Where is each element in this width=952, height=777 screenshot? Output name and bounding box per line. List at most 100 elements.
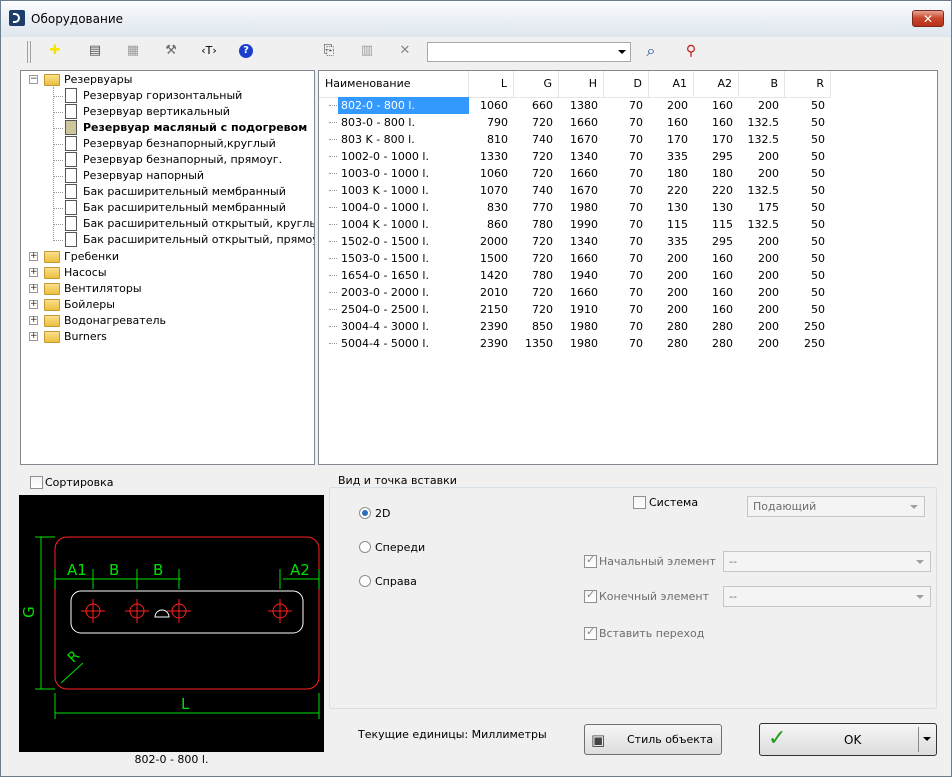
tree-node-item[interactable]: Бак расширительный открытый, круглый (83, 216, 314, 232)
table-row[interactable]: 2003-0 - 2000 l. 2010 720 1660 70 200 160 200 50 (319, 284, 831, 301)
system-checkbox[interactable] (633, 496, 646, 509)
table-row[interactable]: 1502-0 - 1500 l. 2000 720 1340 70 335 295 200 50 (319, 233, 831, 250)
current-units-text: Текущие единицы: Миллиметры (358, 728, 547, 741)
tree-node-item[interactable]: Резервуар безнапорный,круглый (83, 136, 276, 152)
delete-icon[interactable]: ✕ (395, 41, 415, 61)
start-element-dropdown[interactable]: -- (723, 551, 931, 572)
end-element-checkbox[interactable] (584, 588, 597, 603)
table-cell: 740 (532, 133, 553, 146)
equipment-tree[interactable]: − Резервуары Резервуар горизонтальный Резер… (20, 70, 315, 465)
column-header[interactable]: G (514, 71, 559, 97)
table-row[interactable]: 1004-0 - 1000 l. 830 770 1980 70 130 130 175 50 (319, 199, 831, 216)
table-row[interactable]: 1003 K - 1000 l. 1070 740 1670 70 220 220 132.5… (319, 182, 831, 199)
column-header[interactable]: Наименование (319, 71, 469, 97)
tree-node-category[interactable]: Насосы (64, 265, 107, 281)
text-icon[interactable]: ‹T› (199, 41, 219, 61)
tree-node-item[interactable]: Бак расширительный мембранный (83, 200, 286, 216)
object-style-button[interactable]: ▣ Стиль объекта (584, 724, 722, 755)
help-icon[interactable]: ? (239, 44, 253, 58)
table-row[interactable]: 802-0 - 800 l. 1060 660 1380 70 200 160 200 50 (319, 97, 831, 114)
table-cell: 1660 (570, 116, 598, 129)
table-icon[interactable]: ▥ (357, 41, 377, 61)
insert-transition-label: Вставить переход (599, 627, 705, 640)
sort-checkbox[interactable] (30, 476, 43, 489)
table-cell: 780 (532, 269, 553, 282)
radio-front[interactable] (359, 541, 371, 553)
table-row[interactable]: 1003-0 - 1000 l. 1060 720 1660 70 180 180 200 50 (319, 165, 831, 182)
add-icon[interactable]: ✚ (45, 41, 65, 61)
table-cell: 70 (629, 99, 643, 112)
table-row[interactable]: 5004-4 - 5000 l. 2390 1350 1980 70 280 280 200 2… (319, 335, 831, 352)
close-button[interactable]: ✕ (912, 10, 944, 27)
tree-node-item[interactable]: Резервуар масляный с подогревом (83, 120, 307, 136)
table-cell: 50 (811, 252, 825, 265)
tools-icon[interactable]: ⚒ (161, 41, 181, 61)
start-element-checkbox[interactable] (584, 553, 597, 568)
copy-icon[interactable]: ⎘ (319, 41, 339, 61)
tree-expand-toggle[interactable]: + (29, 316, 38, 325)
tree-node-category[interactable]: Гребенки (64, 249, 119, 265)
table-cell: 70 (629, 303, 643, 316)
table-cell: 720 (532, 252, 553, 265)
column-header[interactable]: D (604, 71, 649, 97)
table-cell: 200 (758, 150, 779, 163)
column-header[interactable]: A2 (694, 71, 739, 97)
table-row[interactable]: 803 K - 800 l. 810 740 1670 70 170 170 132.5 50 (319, 131, 831, 148)
table-row[interactable]: 3004-4 - 3000 l. 2390 850 1980 70 280 280 200 25… (319, 318, 831, 335)
dim-a2-label: A2 (290, 561, 310, 579)
tree-node-item[interactable]: Бак расширительный мембранный (83, 184, 286, 200)
equipment-table[interactable]: Наименование L G H D A1 A2 B R 802-0 - 800 l. 106… (318, 70, 938, 465)
row-guide-line (329, 122, 337, 123)
column-header[interactable]: H (559, 71, 604, 97)
tree-expand-toggle[interactable]: + (29, 300, 38, 309)
tree-expand-toggle[interactable]: + (29, 268, 38, 277)
search-combo[interactable] (427, 42, 631, 62)
tree-node-category[interactable]: Водонагреватель (64, 313, 166, 329)
column-header[interactable]: L (469, 71, 514, 97)
insert-transition-checkbox[interactable] (584, 625, 597, 640)
tree-node-root[interactable]: Резервуары (64, 72, 132, 88)
table-cell: 200 (758, 303, 779, 316)
table-row[interactable]: 803-0 - 800 l. 790 720 1660 70 160 160 132.5 50 (319, 114, 831, 131)
tree-node-item[interactable]: Бак расширительный открытый, прямоуг. (83, 232, 314, 248)
row-guide-line (329, 207, 337, 208)
table-cell: 1660 (570, 252, 598, 265)
tree-node-category[interactable]: Бойлеры (64, 297, 115, 313)
ok-button[interactable]: ✓ OK (759, 723, 937, 756)
tree-node-category[interactable]: Вентиляторы (64, 281, 142, 297)
column-header[interactable]: A1 (649, 71, 694, 97)
table-cell: 132.5 (747, 184, 780, 197)
tree-node-item[interactable]: Резервуар безнапорный, прямоуг. (83, 152, 282, 168)
table-row[interactable]: 1004 K - 1000 l. 860 780 1990 70 115 115 132.5 5… (319, 216, 831, 233)
tree-node-item[interactable]: Резервуар вертикальный (83, 104, 230, 120)
tree-node-item[interactable]: Резервуар напорный (83, 168, 204, 184)
column-header[interactable]: R (785, 71, 831, 97)
tree-node-category[interactable]: Burners (64, 329, 107, 345)
table-cell: 180 (667, 167, 688, 180)
table-cell: 720 (532, 167, 553, 180)
radio-right[interactable] (359, 575, 371, 587)
table-cell: 160 (712, 286, 733, 299)
tree-expand-toggle[interactable]: + (29, 252, 38, 261)
table-cell: 660 (532, 99, 553, 112)
toolbar-grip[interactable] (27, 41, 31, 63)
table-cell: 335 (667, 235, 688, 248)
column-header[interactable]: B (739, 71, 785, 97)
binoculars-icon[interactable]: ⚲ (681, 41, 701, 61)
system-dropdown[interactable]: Подающий (747, 496, 925, 517)
end-element-dropdown[interactable]: -- (723, 586, 931, 607)
table-cell: 70 (629, 218, 643, 231)
list-icon[interactable]: ▦ (123, 41, 143, 61)
tree-expand-toggle[interactable]: + (29, 332, 38, 341)
tree-expand-toggle[interactable]: + (29, 284, 38, 293)
table-row[interactable]: 2504-0 - 2500 l. 2150 720 1910 70 200 160 200 50 (319, 301, 831, 318)
edit-icon[interactable]: ▤ (85, 41, 105, 61)
ok-dropdown-arrow-icon[interactable] (923, 737, 931, 741)
table-row[interactable]: 1002-0 - 1000 l. 1330 720 1340 70 335 295 200 50 (319, 148, 831, 165)
radio-2d[interactable] (359, 507, 371, 519)
tree-node-item[interactable]: Резервуар горизонтальный (83, 88, 242, 104)
table-row[interactable]: 1503-0 - 1500 l. 1500 720 1660 70 200 160 200 50 (319, 250, 831, 267)
table-row[interactable]: 1654-0 - 1650 l. 1420 780 1940 70 200 160 200 50 (319, 267, 831, 284)
tree-collapse-toggle[interactable]: − (29, 75, 38, 84)
search-icon[interactable]: ⌕ (641, 41, 661, 61)
